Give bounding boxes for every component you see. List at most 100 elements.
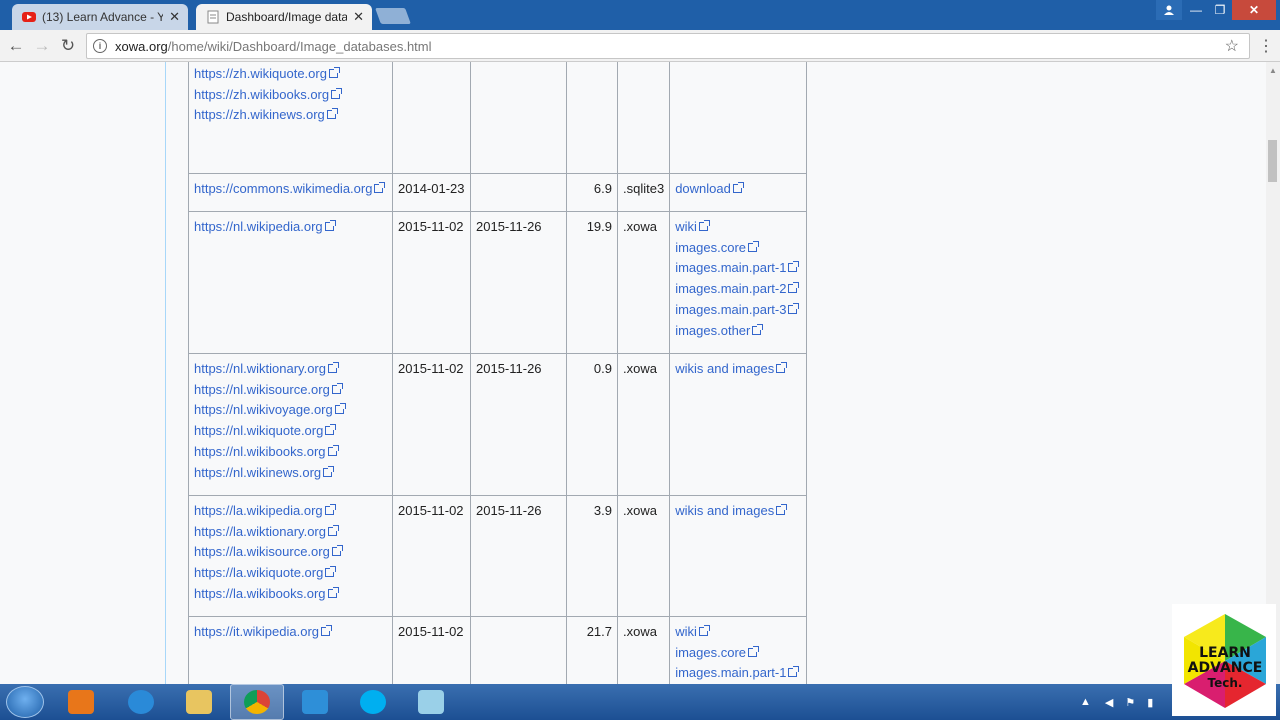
- user-icon[interactable]: [1156, 0, 1182, 20]
- site-link[interactable]: https://la.wikibooks.org: [194, 584, 387, 605]
- external-link-icon: [331, 382, 343, 394]
- taskbar-internet-explorer[interactable]: [114, 684, 168, 720]
- external-link-icon: [325, 424, 337, 436]
- download-link-text: download: [675, 181, 731, 196]
- volume-icon[interactable]: ◀: [1105, 696, 1113, 709]
- site-link[interactable]: https://nl.wikisource.org: [194, 380, 387, 401]
- download-link[interactable]: images.main.part-3: [675, 300, 801, 321]
- taskbar-chrome[interactable]: [230, 684, 284, 720]
- forward-arrow-icon[interactable]: →: [32, 36, 52, 56]
- taskbar-media-player[interactable]: [54, 684, 108, 720]
- app-icon: [418, 690, 444, 714]
- external-link-icon: [732, 182, 744, 193]
- download-link-text: images.main.part-1: [675, 260, 787, 276]
- reload-icon[interactable]: ↻: [58, 36, 78, 56]
- media-player-icon: [68, 690, 94, 714]
- content-divider: [165, 62, 166, 684]
- download-link[interactable]: wikis and images: [675, 501, 801, 522]
- new-tab-button[interactable]: [375, 8, 411, 24]
- external-link-icon: [327, 524, 339, 536]
- site-link[interactable]: https://zh.wikinews.org: [194, 105, 387, 126]
- site-link[interactable]: https://nl.wikinews.org: [194, 463, 387, 484]
- download-link-text: images.main.part-3: [675, 301, 787, 317]
- bookmark-star-icon[interactable]: ☆: [1225, 36, 1239, 56]
- taskbar-screen-capture[interactable]: [288, 684, 342, 720]
- network-icon[interactable]: ▮: [1147, 696, 1153, 709]
- format-cell: .xowa: [616, 616, 671, 684]
- external-link-icon: [748, 645, 760, 657]
- flag-icon[interactable]: ⚑: [1125, 696, 1135, 709]
- download-link[interactable]: images.core: [675, 643, 801, 664]
- download-link[interactable]: images.core: [675, 238, 801, 259]
- download-link-text: wiki: [675, 624, 697, 639]
- site-link-text: https://zh.wikiquote.org: [194, 66, 327, 81]
- taskbar-app[interactable]: [404, 684, 458, 720]
- site-link[interactable]: https://zh.wikiquote.org: [194, 64, 387, 85]
- tab-strip: (13) Learn Advance - You ✕ Dashboard/Ima…: [0, 0, 1280, 30]
- external-link-icon: [334, 403, 346, 415]
- close-tab-icon[interactable]: ✕: [169, 9, 180, 25]
- site-link[interactable]: https://nl.wiktionary.org: [194, 359, 387, 380]
- menu-icon[interactable]: ⋮: [1258, 36, 1274, 56]
- site-link[interactable]: https://nl.wikivoyage.org: [194, 400, 387, 421]
- site-link[interactable]: https://it.wikipedia.org: [194, 622, 387, 643]
- download-link[interactable]: wiki: [675, 622, 801, 643]
- taskbar-file-explorer[interactable]: [172, 684, 226, 720]
- tab-youtube[interactable]: (13) Learn Advance - You ✕: [12, 4, 188, 30]
- site-link[interactable]: https://nl.wikibooks.org: [194, 442, 387, 463]
- table-row: https://it.wikipedia.org 2015-11-02 21.7 .x…: [188, 616, 808, 684]
- site-link[interactable]: https://la.wiktionary.org: [194, 522, 387, 543]
- scroll-up-icon[interactable]: ▲: [1269, 66, 1277, 75]
- site-link[interactable]: https://zh.wikibooks.org: [194, 85, 387, 106]
- show-hidden-icons-icon[interactable]: ▲: [1080, 696, 1091, 708]
- taskbar-skype[interactable]: [346, 684, 400, 720]
- scrollbar-thumb[interactable]: [1268, 140, 1277, 182]
- back-arrow-icon[interactable]: ←: [6, 36, 26, 56]
- external-link-icon: [788, 666, 800, 678]
- download-link[interactable]: images.main.part-2: [675, 279, 801, 300]
- close-window-icon[interactable]: ✕: [1232, 0, 1276, 20]
- site-link[interactable]: https://nl.wikiquote.org: [194, 421, 387, 442]
- format-cell: .xowa: [616, 211, 671, 354]
- date-cell: 2015-11-02: [392, 495, 471, 617]
- browser-toolbar: ← → ↻ i xowa.org/home/wiki/Dashboard/Ima…: [0, 30, 1280, 62]
- site-link-text: https://nl.wikinews.org: [194, 464, 322, 480]
- tab-dashboard[interactable]: Dashboard/Image datab ✕: [196, 4, 372, 30]
- logo-line3: Tech.: [1207, 676, 1243, 690]
- download-link[interactable]: images.main.part-1: [675, 258, 801, 279]
- external-link-icon: [698, 220, 710, 231]
- download-link[interactable]: wikis and images: [675, 359, 801, 380]
- chrome-icon: [244, 690, 270, 714]
- external-link-icon: [374, 182, 386, 193]
- restore-icon[interactable]: ❐: [1208, 0, 1232, 20]
- download-link[interactable]: wiki: [675, 217, 801, 238]
- site-link-text: https://commons.wikimedia.org: [194, 181, 373, 196]
- vertical-scrollbar[interactable]: ▲: [1266, 62, 1280, 684]
- size-cell: 3.9: [566, 495, 618, 617]
- site-link[interactable]: https://la.wikisource.org: [194, 542, 387, 563]
- download-link[interactable]: download: [675, 179, 801, 200]
- site-link-text: https://nl.wikisource.org: [194, 381, 330, 397]
- download-link[interactable]: images.other: [675, 321, 801, 342]
- system-tray: ▲ ◀ ⚑ ▮: [1080, 684, 1153, 720]
- site-link[interactable]: https://commons.wikimedia.org: [194, 179, 387, 200]
- info-icon[interactable]: i: [93, 39, 107, 53]
- download-link-text: images.main.part-2: [675, 281, 787, 297]
- address-bar[interactable]: i xowa.org/home/wiki/Dashboard/Image_dat…: [86, 33, 1250, 59]
- tab-label: Dashboard/Image datab: [226, 10, 348, 24]
- links-cell: wikis and images: [669, 353, 808, 496]
- site-link[interactable]: https://la.wikipedia.org: [194, 501, 387, 522]
- sites-cell: https://commons.wikimedia.org: [188, 173, 393, 212]
- minimize-icon[interactable]: —: [1184, 0, 1208, 20]
- external-link-icon: [788, 282, 800, 294]
- start-button[interactable]: [6, 686, 44, 718]
- close-tab-icon[interactable]: ✕: [353, 9, 364, 25]
- links-cell: [669, 62, 808, 174]
- logo-text: LEARN ADVANCE Tech.: [1178, 646, 1272, 691]
- external-link-icon: [327, 444, 339, 456]
- download-link[interactable]: images.main.part-1: [675, 663, 801, 684]
- links-cell: wikiimages.coreimages.main.part-1images.…: [669, 616, 808, 684]
- size-cell: 21.7: [566, 616, 618, 684]
- site-link[interactable]: https://nl.wikipedia.org: [194, 217, 387, 238]
- site-link[interactable]: https://la.wikiquote.org: [194, 563, 387, 584]
